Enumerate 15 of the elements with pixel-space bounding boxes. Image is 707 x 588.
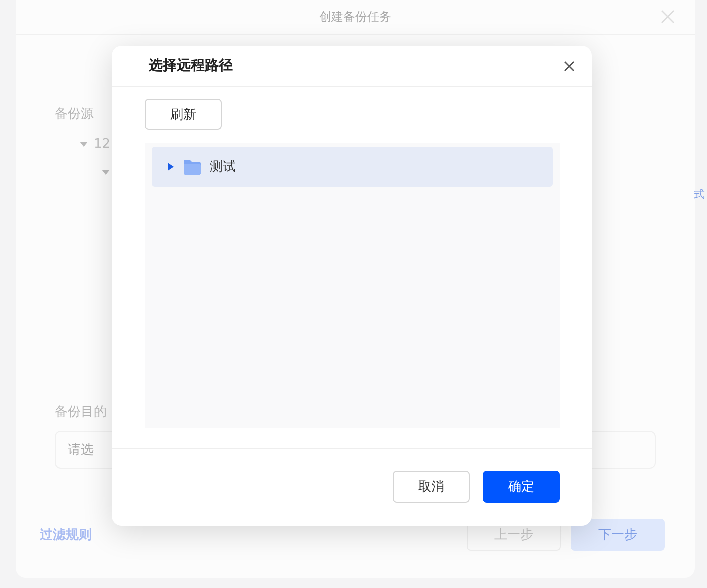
option-text[interactable]: 式 [694,187,705,403]
form-label: 备份目的 [55,404,107,421]
next-button[interactable]: 下一步 [571,519,665,551]
modal-title: 选择远程路径 [149,57,233,75]
form-label: 备份源 [55,106,94,123]
close-icon[interactable] [564,60,575,72]
folder-icon [184,160,201,174]
filter-rules-link[interactable]: 过滤规则 [40,526,92,544]
tree-node-label[interactable]: 12 [94,137,111,152]
confirm-button[interactable]: 确定 [483,471,560,503]
refresh-button[interactable]: 刷新 [145,99,222,130]
cancel-button[interactable]: 取消 [393,471,470,503]
caret-icon[interactable] [167,163,175,171]
dialog-title: 创建备份任务 [320,8,392,26]
tree-row[interactable]: 测试 [152,147,553,187]
